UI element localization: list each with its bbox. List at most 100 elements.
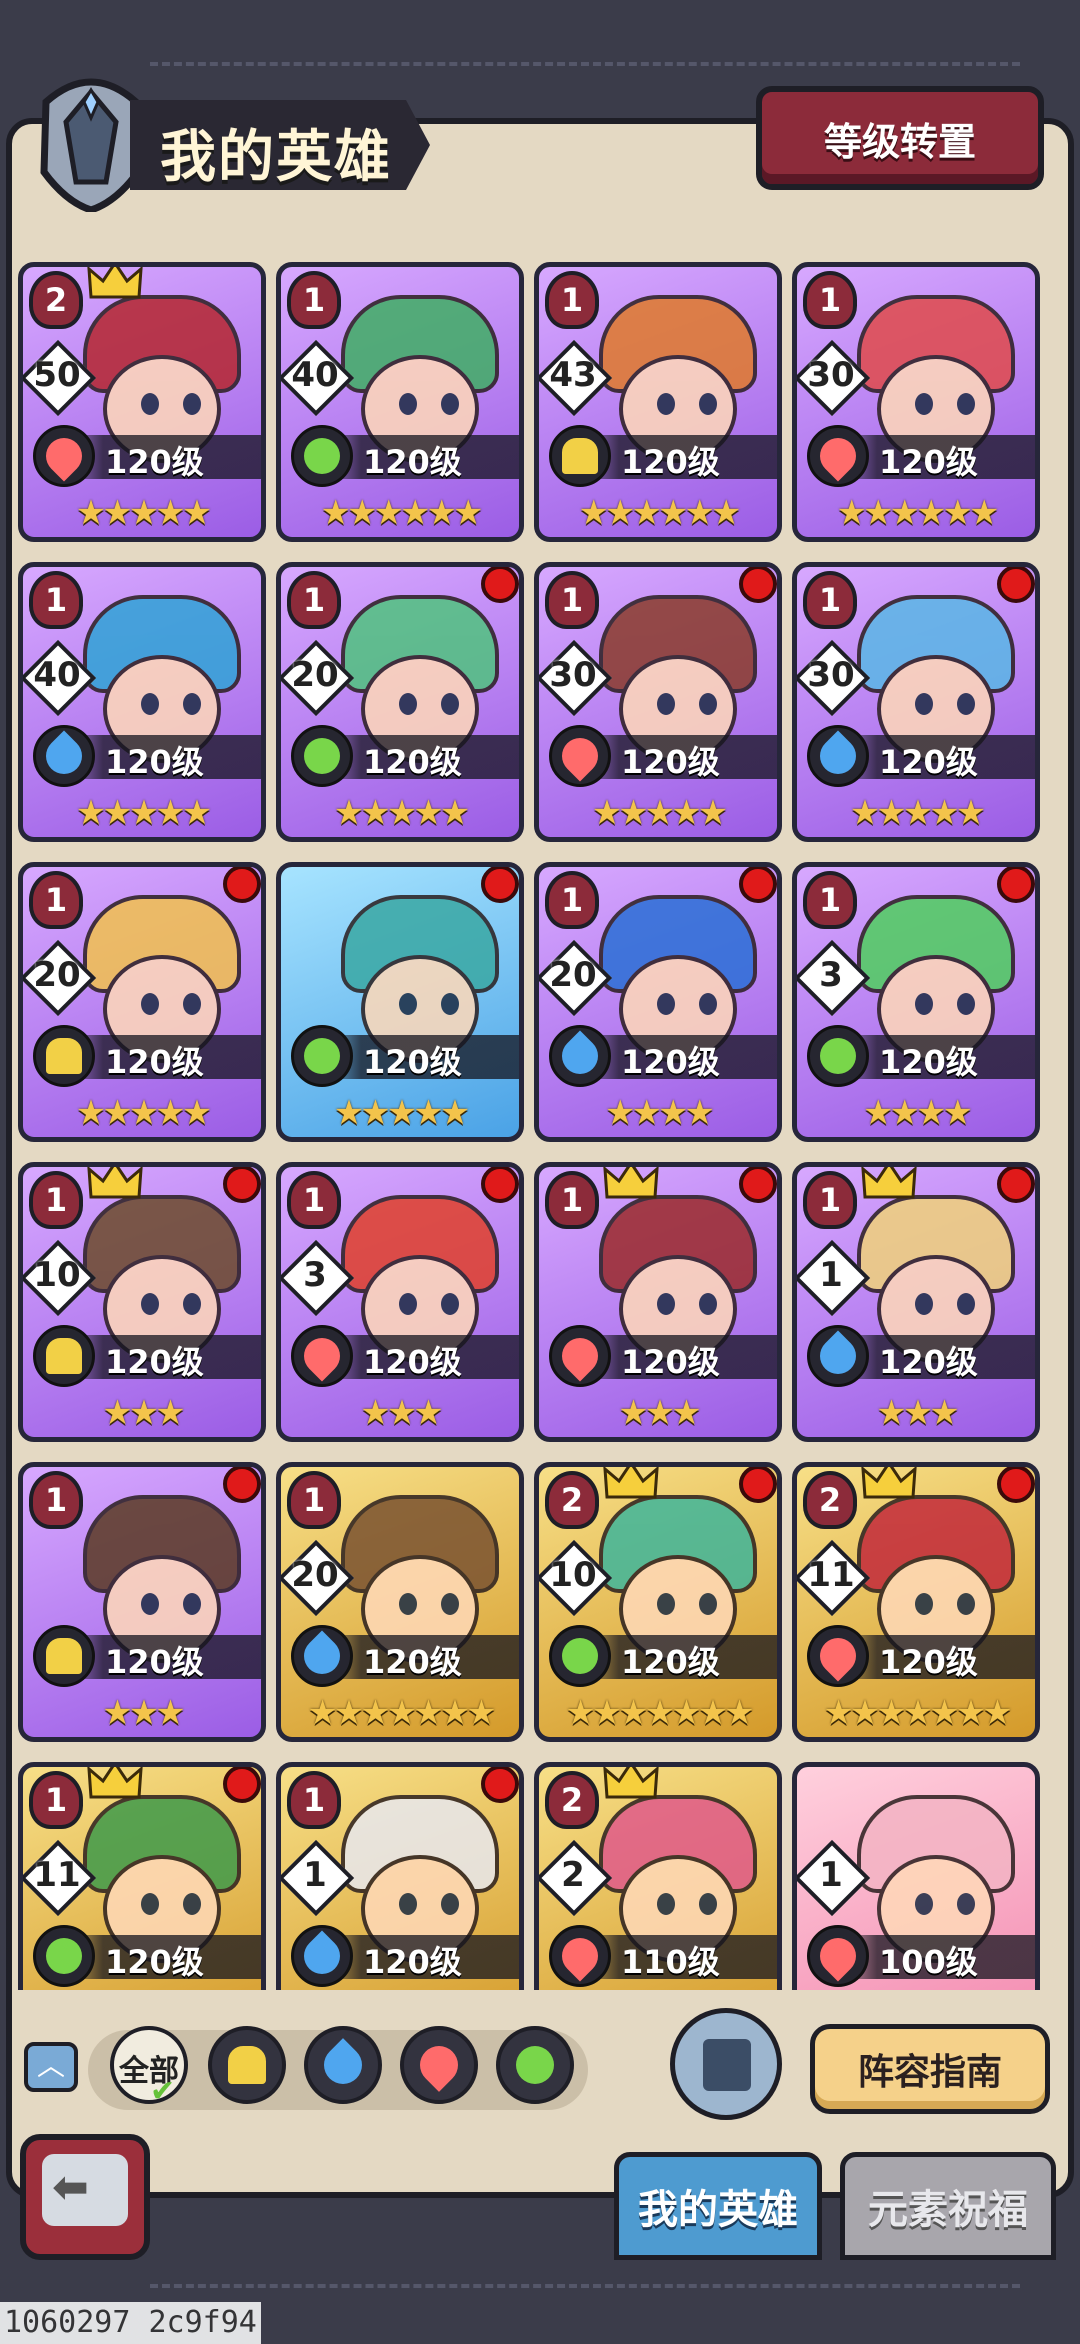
notification-dot [481,867,519,903]
hero-card[interactable]: 1 20 120级 ★★★★ [534,862,782,1142]
rank-value: 1 [818,1181,842,1219]
star-level-value: 30 [549,655,597,695]
rank-badge: 2 [803,1471,857,1529]
star-level-badge: 20 [23,939,97,1017]
hero-card[interactable]: 2 11 120级 ★★★★★★★ [792,1462,1040,1742]
hero-card[interactable]: 1 10 120级 ★★★ [18,1162,266,1442]
fire-element-icon [33,425,95,487]
hero-card[interactable]: 1 40 120级 ★★★★★★ [276,262,524,542]
collapse-button[interactable]: ︿ [24,2042,78,2092]
hero-card[interactable]: 1 1 120级 ★★★ [792,1162,1040,1442]
rank-badge: 1 [29,871,83,929]
rank-badge: 2 [545,1771,599,1829]
lineup-guide-label: 阵容指南 [857,2052,1002,2093]
notification-dot [223,1767,261,1803]
hero-level: 120级 [879,443,978,481]
star-level-badge: 20 [281,1539,355,1617]
star-level-value: 20 [291,1555,339,1595]
star-level-badge: 40 [281,339,355,417]
star-level-badge: 30 [797,639,871,717]
hero-level: 120级 [879,743,978,781]
filter-wind-button[interactable] [496,2026,574,2104]
hero-card[interactable]: 1 20 120级 ★★★★★ [18,862,266,1142]
lineup-guide-button[interactable]: 阵容指南 [810,2024,1050,2114]
hero-card[interactable]: 2 2 110级 [534,1762,782,1990]
rank-value: 1 [818,281,842,319]
filter-fire-button[interactable] [400,2026,478,2104]
star-level-badge: 10 [539,1539,613,1617]
star-level-value: 20 [549,955,597,995]
star-rating: ★★★ [102,1693,185,1733]
level-reset-label: 等级转置 [823,119,976,164]
star-level-value: 1 [819,1255,843,1295]
hero-level: 120级 [105,443,204,481]
star-rating: ★★★★★ [849,793,986,833]
rank-value: 1 [302,1181,326,1219]
back-button[interactable]: ⬅ [20,2134,150,2260]
fire-element-icon [291,1325,353,1387]
hero-card[interactable]: 1 30 120级 ★★★★★★ [792,262,1040,542]
earth-element-icon [33,1625,95,1687]
hero-level: 120级 [363,1643,462,1681]
hero-card[interactable]: 1 120级 ★★★ [534,1162,782,1442]
hero-card[interactable]: 1 30 120级 ★★★★★ [792,562,1040,842]
rank-badge: 1 [29,1471,83,1529]
hero-level: 120级 [105,1643,204,1681]
fire-element-icon [807,425,869,487]
hero-card[interactable]: 1 3 120级 ★★★★ [792,862,1040,1142]
hero-card[interactable]: 1 1 120级 [276,1762,524,1990]
water-element-icon [291,1625,353,1687]
level-reset-button[interactable]: 等级转置 [756,86,1044,190]
rank-badge: 1 [545,1171,599,1229]
star-rating: ★★★ [618,1393,701,1433]
rank-value: 2 [560,1781,584,1819]
star-level-badge: 11 [797,1539,871,1617]
filter-water-button[interactable] [304,2026,382,2104]
star-level-badge: 43 [539,339,613,417]
rank-badge: 1 [803,1171,857,1229]
hero-level: 120级 [105,1343,204,1381]
hero-card[interactable]: 1 20 120级 ★★★★★ [276,562,524,842]
hero-level: 120级 [363,1343,462,1381]
tab-element-blessing[interactable]: 元素祝福 [840,2152,1056,2260]
rank-value: 1 [302,581,326,619]
hero-card[interactable]: 2 10 120级 ★★★★★★★ [534,1462,782,1742]
crown-icon [861,1467,917,1499]
crown-icon [87,1167,143,1199]
hero-level: 120级 [621,743,720,781]
hero-card[interactable]: 1 30 120级 ★★★★★ [534,562,782,842]
star-rating: ★★★ [876,1393,959,1433]
hero-card[interactable]: 1 43 120级 ★★★★★★ [534,262,782,542]
notification-dot [223,867,261,903]
save-lineup-button[interactable] [670,2008,782,2120]
hero-card[interactable]: 1 120级 ★★★ [18,1462,266,1742]
earth-element-icon [33,1325,95,1387]
rank-value: 1 [44,1481,68,1519]
star-level-badge: 20 [539,939,613,1017]
rank-badge: 1 [287,1471,341,1529]
wind-element-icon [807,1025,869,1087]
hero-card[interactable]: 120级 ★★★★★ [276,862,524,1142]
filter-all-button[interactable]: 全部 ✔ [110,2026,188,2109]
star-level-value: 11 [33,1855,81,1895]
hero-card[interactable]: 1 100级 [792,1762,1040,1990]
debug-text: 1060297 2c9f94 [0,2302,261,2344]
notification-dot [739,1167,777,1203]
filter-earth-button[interactable] [208,2026,286,2104]
hero-card[interactable]: 2 50 120级 ★★★★★ [18,262,266,542]
hero-level: 100级 [879,1943,978,1981]
hero-level: 120级 [879,1343,978,1381]
hero-level: 120级 [879,1043,978,1081]
hero-level: 120级 [105,743,204,781]
hero-card[interactable]: 1 3 120级 ★★★ [276,1162,524,1442]
hero-card[interactable]: 1 20 120级 ★★★★★★★ [276,1462,524,1742]
star-level-badge: 1 [797,1839,871,1917]
rank-value: 2 [818,1481,842,1519]
star-rating: ★★★ [102,1393,185,1433]
tab-my-heroes[interactable]: 我的英雄 [614,2152,822,2260]
hero-card[interactable]: 1 40 120级 ★★★★★ [18,562,266,842]
hero-card[interactable]: 1 11 120级 [18,1762,266,1990]
tab-my-heroes-label: 我的英雄 [638,2187,798,2233]
check-icon: ✔ [150,2074,176,2109]
rank-value: 2 [560,1481,584,1519]
